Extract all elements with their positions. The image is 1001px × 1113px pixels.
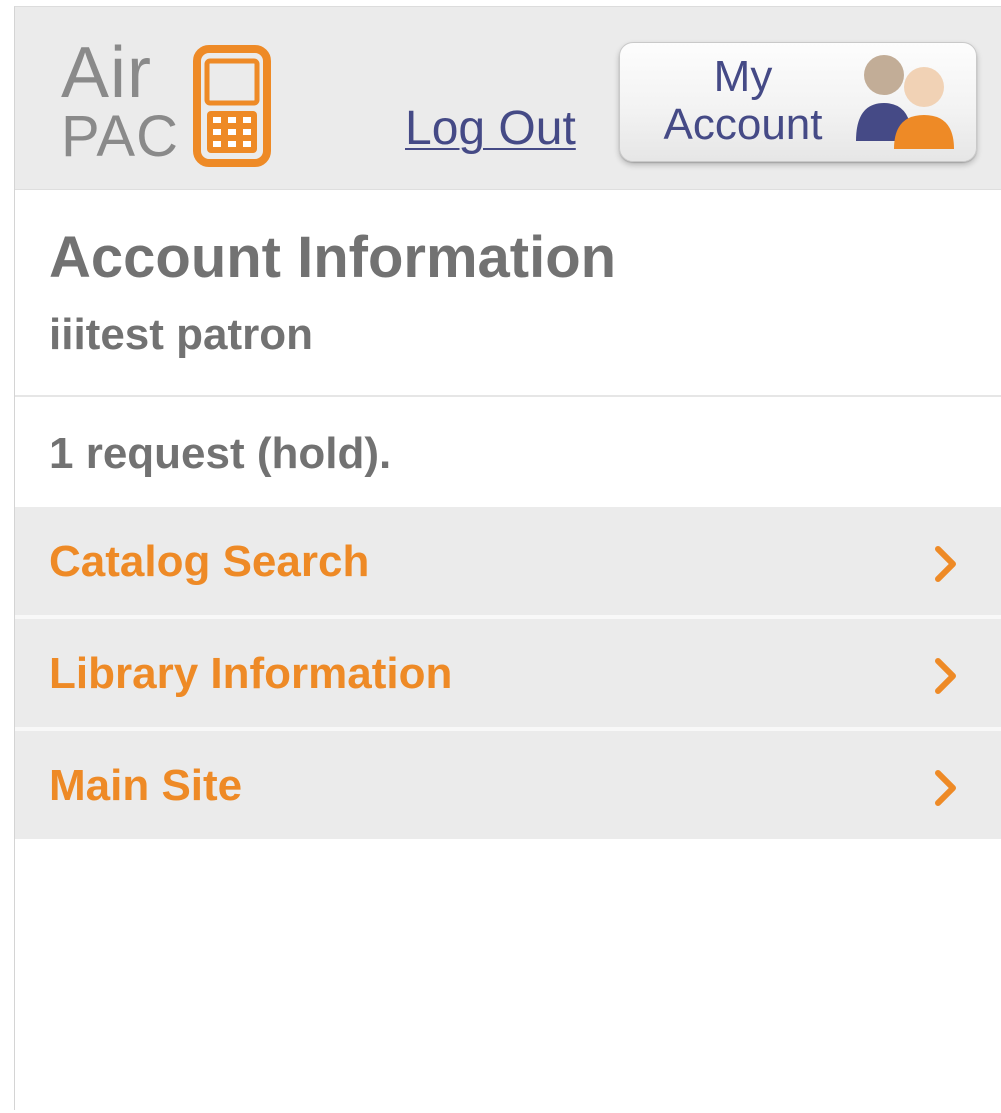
nav-item-library-information[interactable]: Library Information [15,619,1001,727]
nav-item-label: Main Site [49,761,243,810]
holds-summary-section: 1 request (hold). [15,399,1001,507]
my-account-button[interactable]: My Account [619,42,977,162]
logout-link[interactable]: Log Out [405,103,576,155]
nav-item-catalog-search[interactable]: Catalog Search [15,507,1001,615]
chevron-right-icon [935,658,956,694]
app-frame: Air PAC Log Out My Account Account Infor… [14,6,1001,1110]
logo-text-pac: PAC [61,104,179,169]
nav-item-main-site[interactable]: Main Site [15,731,1001,839]
patron-name: iiitest patron [49,310,314,359]
chevron-right-icon [935,770,956,806]
people-icon [856,55,954,149]
account-info-section: Account Information iiitest patron [15,190,1001,397]
chevron-right-icon [935,546,956,582]
holds-summary[interactable]: 1 request (hold). [49,429,391,479]
my-account-label-line2: Account [663,100,823,149]
airpac-logo[interactable]: Air PAC [59,33,271,177]
logo-text-air: Air [61,33,152,113]
my-account-label: My Account [638,53,848,149]
nav-item-label: Library Information [49,649,453,698]
phone-icon [193,45,271,167]
nav-item-label: Catalog Search [49,537,370,586]
my-account-label-line1: My [713,52,773,101]
page-title: Account Information [49,225,617,290]
header-bar: Air PAC Log Out My Account [15,7,1001,190]
